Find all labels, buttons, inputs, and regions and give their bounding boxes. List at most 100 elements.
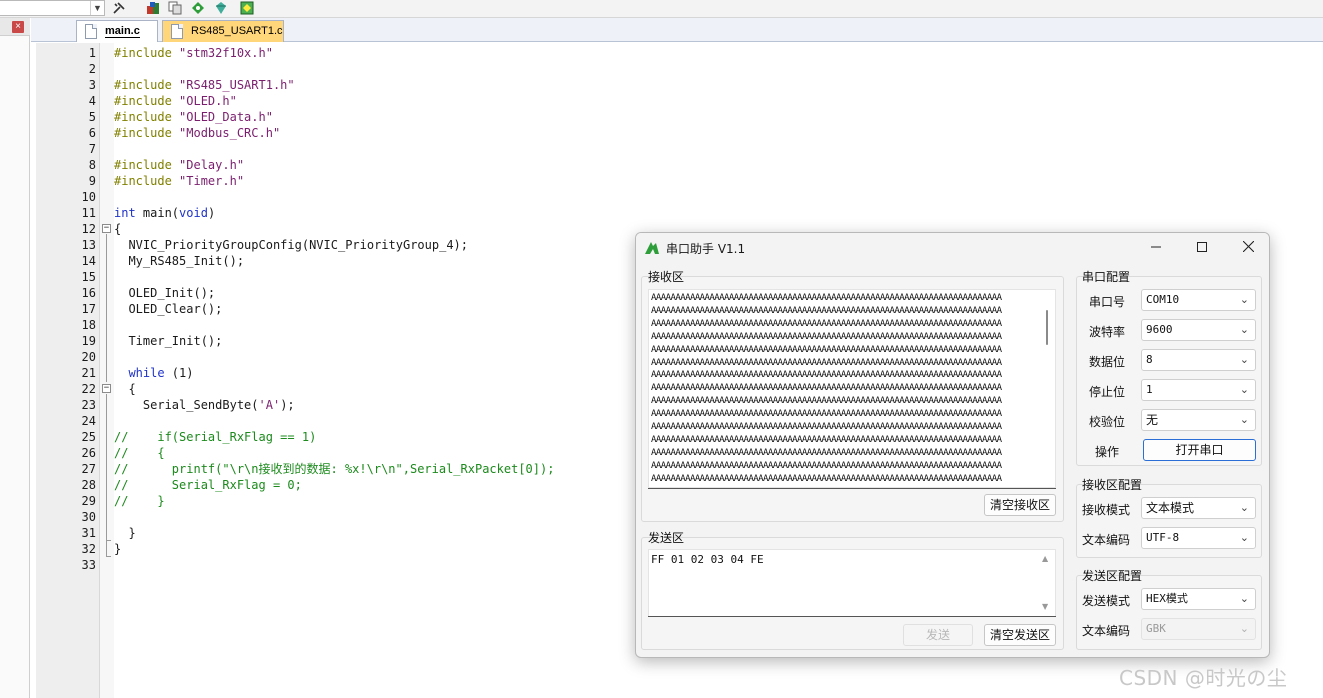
line-number: 20 xyxy=(81,350,96,364)
send-encoding-select[interactable]: GBK ⌄ xyxy=(1141,618,1256,640)
fold-toggle-icon[interactable]: − xyxy=(102,224,111,233)
chevron-down-icon: ⌄ xyxy=(1239,383,1249,396)
receive-scrollbar[interactable] xyxy=(1046,310,1048,345)
code-line: NVIC_PriorityGroupConfig(NVIC_PriorityGr… xyxy=(114,238,469,252)
scroll-up-icon[interactable]: ▲ xyxy=(1042,554,1048,563)
port-select[interactable]: COM10 ⌄ xyxy=(1141,289,1256,311)
send-mode-value: HEX模式 xyxy=(1146,592,1188,605)
chevron-down-icon: ⌄ xyxy=(1239,531,1249,544)
line-number: 6 xyxy=(88,126,96,140)
tab-label: main.c xyxy=(105,25,140,38)
toolbar-target-combo[interactable]: ▼ xyxy=(0,0,105,16)
line-number: 8 xyxy=(88,158,96,172)
receive-encoding-value: UTF-8 xyxy=(1146,531,1180,544)
window-title: 串口助手 V1.1 xyxy=(666,242,746,256)
receive-mode-value: 文本模式 xyxy=(1146,501,1195,515)
databits-select[interactable]: 8 ⌄ xyxy=(1141,349,1256,371)
code-line: while (1) xyxy=(114,366,194,380)
fold-line xyxy=(106,234,107,382)
receive-text: AAAAAAAAAAAAAAAAAAAAAAAAAAAAAAAAAAAAAAAA… xyxy=(651,293,1002,484)
fold-toggle-icon[interactable]: − xyxy=(102,384,111,393)
component-icon[interactable] xyxy=(191,1,205,15)
receive-config-label: 接收区配置 xyxy=(1082,478,1143,492)
line-number: 10 xyxy=(81,190,96,204)
tab-rs485-usart1-c[interactable]: RS485_USART1.c xyxy=(162,20,284,42)
chevron-down-icon: ⌄ xyxy=(1239,592,1249,605)
stopbits-select[interactable]: 1 ⌄ xyxy=(1141,379,1256,401)
port-config-label: 串口配置 xyxy=(1082,270,1131,284)
minimize-button[interactable] xyxy=(1133,233,1179,263)
line-number: 3 xyxy=(88,78,96,92)
receive-underline xyxy=(648,488,1056,489)
line-number: 5 xyxy=(88,110,96,124)
line-number: 31 xyxy=(81,526,96,540)
code-line: OLED_Clear(); xyxy=(114,302,223,316)
code-line: #include "Modbus_CRC.h" xyxy=(114,126,281,140)
baud-value: 9600 xyxy=(1146,323,1173,336)
line-number: 15 xyxy=(81,270,96,284)
close-icon[interactable]: × xyxy=(12,21,24,33)
clear-send-button[interactable]: 清空发送区 xyxy=(984,624,1056,646)
app-logo-icon xyxy=(645,242,659,254)
receive-textarea[interactable]: AAAAAAAAAAAAAAAAAAAAAAAAAAAAAAAAAAAAAAAA… xyxy=(648,289,1056,488)
line-number: 4 xyxy=(88,94,96,108)
receive-encoding-label: 文本编码 xyxy=(1082,533,1131,547)
receive-mode-select[interactable]: 文本模式 ⌄ xyxy=(1141,497,1256,519)
tab-label: RS485_USART1.c xyxy=(191,25,283,37)
maximize-icon xyxy=(1197,242,1207,252)
send-underline xyxy=(648,616,1056,617)
close-button[interactable] xyxy=(1225,233,1269,263)
receive-encoding-select[interactable]: UTF-8 ⌄ xyxy=(1141,527,1256,549)
line-number: 28 xyxy=(81,478,96,492)
line-number: 21 xyxy=(81,366,96,380)
databits-value: 8 xyxy=(1146,353,1153,366)
send-textarea[interactable]: FF 01 02 03 04 FE xyxy=(648,549,1056,617)
chevron-down-icon: ⌄ xyxy=(1239,622,1249,635)
line-number: 12 xyxy=(81,222,96,236)
ide-toolbar: ▼ xyxy=(0,0,1323,18)
fold-line xyxy=(106,540,107,556)
baud-select[interactable]: 9600 ⌄ xyxy=(1141,319,1256,341)
scroll-down-icon[interactable]: ▼ xyxy=(1042,602,1048,611)
stopbits-value: 1 xyxy=(1146,383,1153,396)
port-label: 串口号 xyxy=(1089,295,1126,309)
line-number: 25 xyxy=(81,430,96,444)
fold-end xyxy=(106,556,111,557)
pack-installer-icon[interactable] xyxy=(240,1,254,15)
file-icon xyxy=(85,24,97,39)
code-line-comment: // } xyxy=(114,494,165,508)
build-icon[interactable] xyxy=(146,1,160,15)
parity-select[interactable]: 无 ⌄ xyxy=(1141,409,1256,431)
send-config-label: 发送区配置 xyxy=(1082,569,1143,583)
send-button[interactable]: 发送 xyxy=(903,624,973,646)
line-number: 22 xyxy=(81,382,96,396)
port-value: COM10 xyxy=(1146,293,1180,306)
receive-mode-label: 接收模式 xyxy=(1082,503,1131,517)
tab-main-c[interactable]: main.c xyxy=(76,20,158,42)
open-port-button[interactable]: 打开串口 xyxy=(1143,439,1256,461)
chevron-down-icon: ⌄ xyxy=(1239,413,1249,426)
send-group-label: 发送区 xyxy=(648,531,685,545)
close-icon xyxy=(1242,240,1254,253)
copy-icon[interactable] xyxy=(168,1,182,15)
chevron-down-icon: ⌄ xyxy=(1239,501,1249,514)
line-number: 29 xyxy=(81,494,96,508)
parity-value: 无 xyxy=(1146,413,1159,427)
code-line: #include "OLED.h" xyxy=(114,94,237,108)
tools-icon[interactable] xyxy=(112,1,126,15)
maximize-button[interactable] xyxy=(1179,233,1225,263)
line-number: 1 xyxy=(88,46,96,60)
clear-receive-button[interactable]: 清空接收区 xyxy=(984,494,1056,516)
chevron-down-icon[interactable]: ▼ xyxy=(90,1,104,15)
send-mode-select[interactable]: HEX模式 ⌄ xyxy=(1141,588,1256,610)
window-titlebar[interactable]: 串口助手 V1.1 xyxy=(636,233,1269,263)
code-line: } xyxy=(114,526,136,540)
code-line: My_RS485_Init(); xyxy=(114,254,245,268)
diamond-icon[interactable] xyxy=(214,1,228,15)
line-number: 26 xyxy=(81,446,96,460)
fold-gutter xyxy=(100,43,114,698)
line-number: 23 xyxy=(81,398,96,412)
minimize-icon xyxy=(1151,246,1161,248)
send-mode-label: 发送模式 xyxy=(1082,594,1131,608)
send-encoding-value: GBK xyxy=(1146,622,1166,635)
